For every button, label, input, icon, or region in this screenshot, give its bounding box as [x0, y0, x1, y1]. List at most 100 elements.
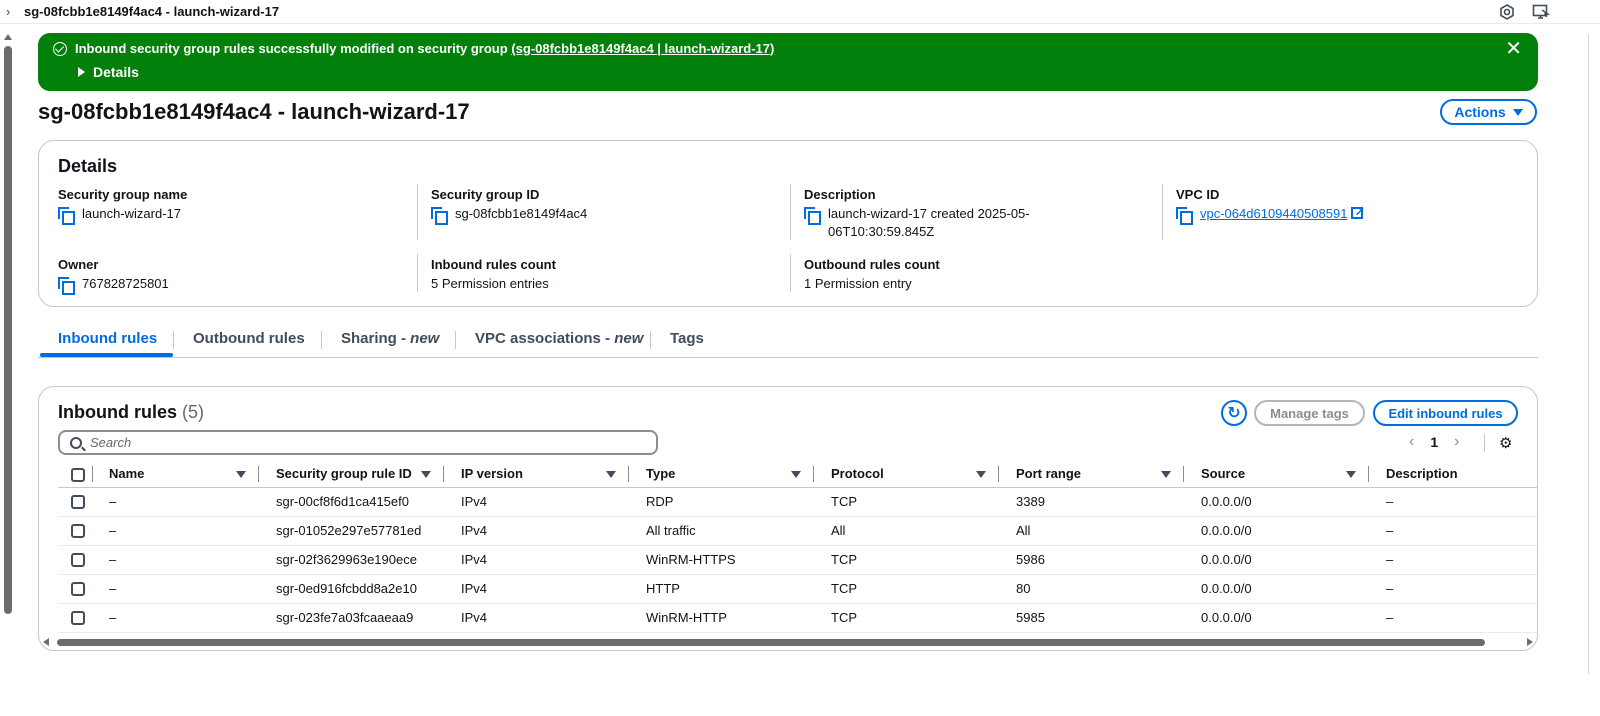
search-input-wrapper[interactable]	[58, 430, 658, 455]
field-value: launch-wizard-17 created 2025-05-06T10:3…	[828, 206, 1030, 239]
column-divider	[1162, 184, 1163, 240]
active-tab-indicator	[40, 353, 173, 357]
copy-icon[interactable]	[58, 207, 75, 225]
top-bar: › sg-08fcbb1e8149f4ac4 - launch-wizard-1…	[0, 0, 1600, 24]
column-header-type[interactable]: Type	[629, 461, 814, 488]
cell-ip-version: IPv4	[444, 487, 629, 517]
scrollbar-thumb[interactable]	[57, 639, 1485, 646]
table-row[interactable]: – sgr-00cf8f6d1ca415ef0 IPv4 RDP TCP 338…	[58, 487, 1537, 517]
cell-type: All traffic	[629, 516, 814, 546]
right-divider	[1588, 34, 1589, 674]
cell-source: 0.0.0.0/0	[1184, 574, 1369, 604]
scroll-up-arrow-icon[interactable]	[4, 34, 12, 40]
page-title: sg-08fcbb1e8149f4ac4 - launch-wizard-17	[38, 99, 470, 124]
field-label: VPC ID	[1176, 187, 1220, 202]
flash-message-text: Inbound security group rules successfull…	[75, 41, 508, 56]
column-header-protocol[interactable]: Protocol	[814, 461, 999, 488]
scroll-right-arrow-icon[interactable]	[1527, 638, 1533, 646]
column-header-description[interactable]: Description	[1369, 461, 1537, 488]
row-checkbox[interactable]	[71, 495, 85, 510]
tab-outbound-rules[interactable]: Outbound rules	[193, 330, 305, 347]
table-row[interactable]: – sgr-0ed916fcbdd8a2e10 IPv4 HTTP TCP 80…	[58, 574, 1537, 604]
cell-protocol: TCP	[814, 574, 999, 604]
column-header-port-range[interactable]: Port range	[999, 461, 1184, 488]
copy-icon[interactable]	[1176, 207, 1193, 225]
tab-divider	[650, 331, 651, 349]
column-divider	[790, 184, 791, 240]
field-label: Owner	[58, 257, 99, 272]
cell-ip-version: IPv4	[444, 545, 629, 575]
vpc-id-field: VPC ID vpc-064d6109440508591	[1176, 187, 1365, 225]
cell-type: WinRM-HTTP	[629, 603, 814, 633]
flash-details-toggle[interactable]: Details	[78, 64, 139, 80]
scroll-left-arrow-icon[interactable]	[43, 638, 49, 646]
field-label: Security group ID	[431, 187, 540, 202]
column-divider	[790, 254, 791, 292]
manage-tags-button[interactable]: Manage tags	[1254, 400, 1365, 426]
page-number[interactable]: 1	[1430, 434, 1438, 450]
table-row[interactable]: – sgr-02f3629963e190ece IPv4 WinRM-HTTPS…	[58, 545, 1537, 575]
copy-icon[interactable]	[804, 207, 821, 225]
row-checkbox[interactable]	[71, 524, 85, 539]
vertical-scrollbar[interactable]	[4, 34, 12, 674]
column-header-rule-id[interactable]: Security group rule ID	[259, 461, 444, 488]
column-header-ip-version[interactable]: IP version	[444, 461, 629, 488]
close-icon[interactable]: ✕	[1505, 39, 1522, 59]
previous-page-icon[interactable]: ‹	[1409, 433, 1414, 451]
tab-sharing[interactable]: Sharing - new	[341, 330, 439, 347]
copy-icon[interactable]	[431, 207, 448, 225]
cell-name: –	[93, 487, 259, 517]
copy-icon[interactable]	[58, 277, 75, 295]
actions-button[interactable]: Actions	[1440, 99, 1537, 125]
cell-description: –	[1369, 574, 1537, 604]
edit-inbound-rules-button[interactable]: Edit inbound rules	[1373, 400, 1518, 426]
external-link-icon[interactable]	[1351, 203, 1365, 221]
inbound-rules-panel: Inbound rules (5) ↻ Manage tags Edit inb…	[38, 386, 1538, 651]
flash-security-group-link[interactable]: (sg-08fcbb1e8149f4ac4 | launch-wizard-17…	[511, 41, 774, 56]
inbound-rules-count-field: Inbound rules count 5 Permission entries	[431, 257, 556, 293]
screen-share-icon[interactable]	[1532, 3, 1550, 21]
column-header-source[interactable]: Source	[1184, 461, 1369, 488]
refresh-icon[interactable]: ↻	[1221, 400, 1247, 426]
details-heading: Details	[58, 156, 118, 176]
flash-details-label: Details	[93, 64, 139, 80]
select-all-checkbox[interactable]	[71, 467, 85, 482]
chevron-right-icon[interactable]: ›	[6, 4, 16, 19]
table-row[interactable]: – sgr-023fe7a03fcaaeaa9 IPv4 WinRM-HTTP …	[58, 603, 1537, 633]
cell-description: –	[1369, 545, 1537, 575]
row-checkbox[interactable]	[71, 611, 85, 626]
tab-inbound-rules[interactable]: Inbound rules	[58, 330, 157, 347]
horizontal-scrollbar[interactable]	[41, 637, 1535, 647]
row-checkbox[interactable]	[71, 582, 85, 597]
cell-rule-id: sgr-023fe7a03fcaaeaa9	[259, 603, 444, 633]
column-divider	[417, 184, 418, 240]
sort-icon	[421, 471, 431, 478]
cell-rule-id: sgr-00cf8f6d1ca415ef0	[259, 487, 444, 517]
vpc-id-link[interactable]: vpc-064d6109440508591	[1200, 206, 1347, 221]
cell-source: 0.0.0.0/0	[1184, 545, 1369, 575]
cell-description: –	[1369, 487, 1537, 517]
tab-tags[interactable]: Tags	[670, 330, 704, 347]
extension-icon[interactable]	[1498, 3, 1516, 21]
cell-type: RDP	[629, 487, 814, 517]
search-input[interactable]	[90, 435, 650, 450]
success-flash-banner: Inbound security group rules successfull…	[38, 33, 1538, 91]
column-divider	[417, 254, 418, 292]
table-row[interactable]: – sgr-01052e297e57781ed IPv4 All traffic…	[58, 516, 1537, 546]
cell-protocol: TCP	[814, 545, 999, 575]
scrollbar-thumb[interactable]	[4, 46, 12, 614]
gear-icon[interactable]: ⚙	[1499, 434, 1512, 452]
cell-port-range: 80	[999, 574, 1184, 604]
field-label: Inbound rules count	[431, 257, 556, 272]
column-header-name[interactable]: Name	[93, 461, 259, 488]
cell-port-range: All	[999, 516, 1184, 546]
field-label: Security group name	[58, 187, 188, 202]
cell-name: –	[93, 603, 259, 633]
search-icon	[70, 436, 82, 449]
cell-description: –	[1369, 603, 1537, 633]
row-checkbox[interactable]	[71, 553, 85, 568]
cell-protocol: TCP	[814, 487, 999, 517]
tab-vpc-associations[interactable]: VPC associations - new	[475, 330, 643, 347]
next-page-icon[interactable]: ›	[1454, 433, 1459, 451]
pagination: ‹ 1 ›	[1409, 433, 1459, 451]
